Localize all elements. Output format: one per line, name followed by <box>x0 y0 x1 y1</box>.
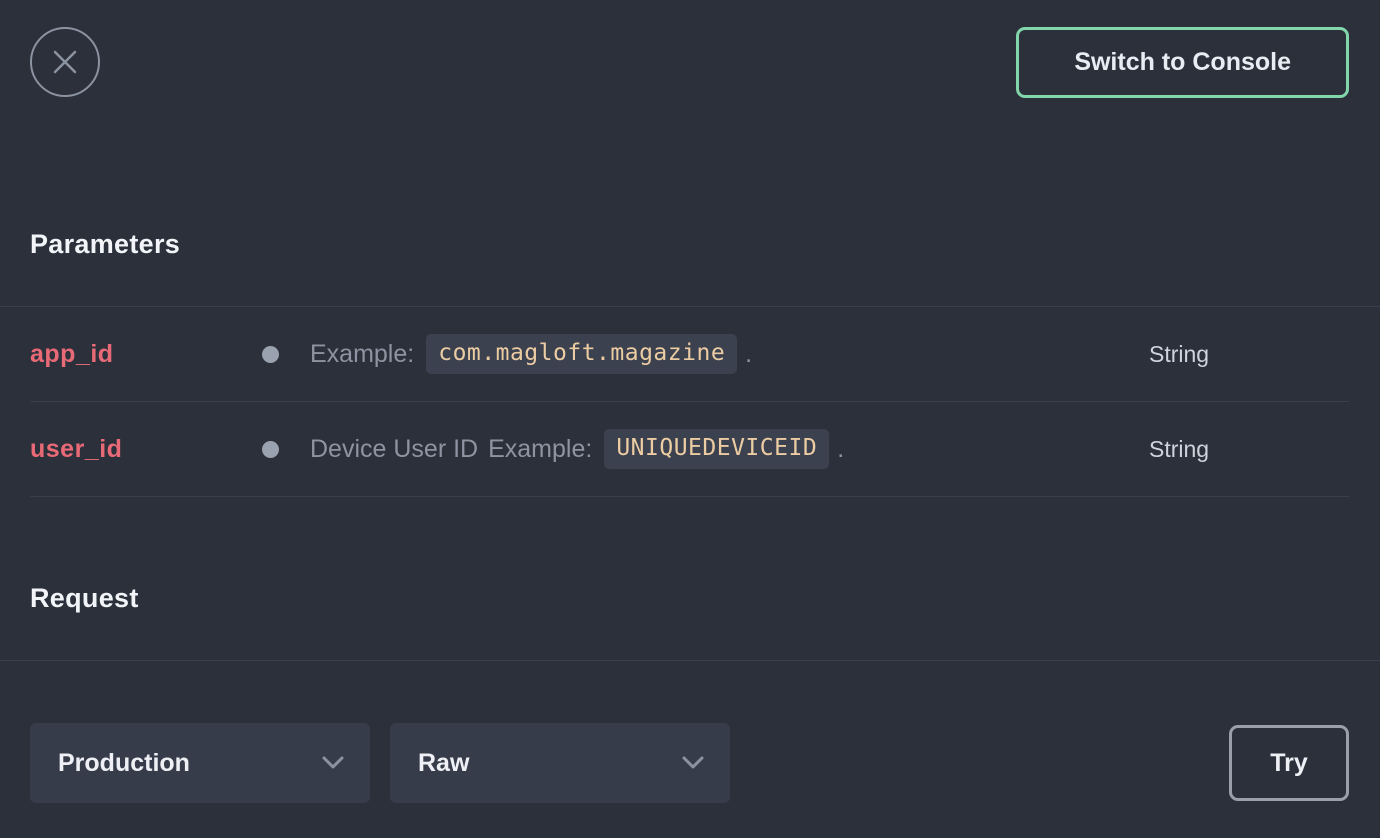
description-suffix: . <box>837 435 844 464</box>
request-title: Request <box>30 583 1349 614</box>
environment-dropdown-value: Production <box>58 749 190 778</box>
example-label: Example: <box>310 340 414 369</box>
example-code-chip: UNIQUEDEVICEID <box>604 429 829 469</box>
required-dot-icon <box>262 441 279 458</box>
request-controls: Production Raw Try <box>30 723 1349 803</box>
example-label: Example: <box>488 435 592 464</box>
param-description: Device User ID Example: UNIQUEDEVICEID . <box>310 429 1149 469</box>
param-description-text: Device User ID <box>310 435 478 464</box>
format-dropdown[interactable]: Raw <box>390 723 730 803</box>
param-type: String <box>1149 341 1349 368</box>
param-row-app-id: app_id Example: com.magloft.magazine . S… <box>30 307 1349 402</box>
param-type: String <box>1149 436 1349 463</box>
param-name: user_id <box>30 435 262 464</box>
format-dropdown-value: Raw <box>418 749 469 778</box>
description-suffix: . <box>745 340 752 369</box>
param-row-user-id: user_id Device User ID Example: UNIQUEDE… <box>30 402 1349 497</box>
chevron-down-icon <box>322 756 344 770</box>
close-button[interactable] <box>30 27 100 97</box>
param-name: app_id <box>30 340 262 369</box>
environment-dropdown[interactable]: Production <box>30 723 370 803</box>
required-dot-icon <box>262 346 279 363</box>
try-button[interactable]: Try <box>1229 725 1349 801</box>
parameters-title: Parameters <box>30 229 1349 260</box>
header: Switch to Console <box>30 0 1349 97</box>
api-doc-panel: Switch to Console Parameters app_id Exam… <box>0 0 1380 838</box>
example-code-chip: com.magloft.magazine <box>426 334 737 374</box>
param-description: Example: com.magloft.magazine . <box>310 334 1149 374</box>
chevron-down-icon <box>682 756 704 770</box>
x-circle-icon <box>48 45 82 79</box>
switch-to-console-button[interactable]: Switch to Console <box>1016 27 1349 98</box>
section-divider <box>0 660 1380 661</box>
